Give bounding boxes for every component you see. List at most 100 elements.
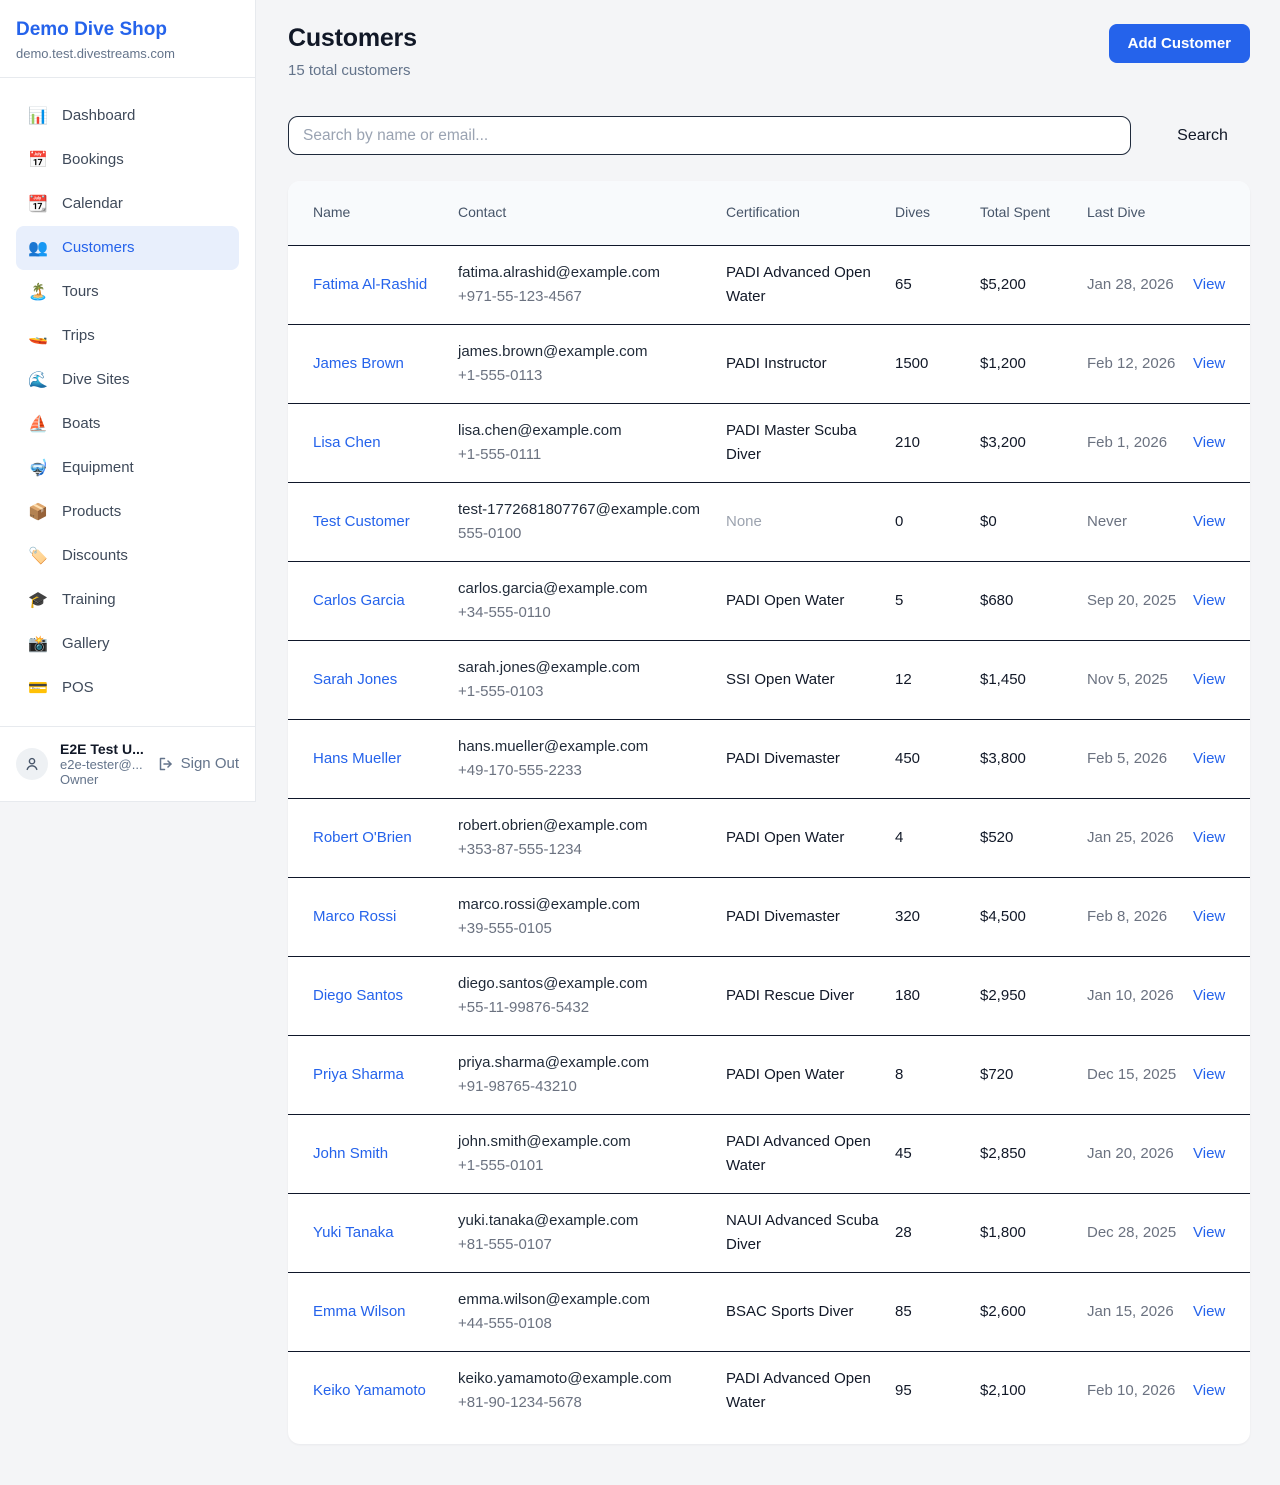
view-link[interactable]: View — [1193, 1145, 1225, 1162]
sidebar-item-pos[interactable]: 💳 POS — [16, 666, 239, 710]
view-link[interactable]: View — [1193, 1224, 1225, 1241]
sidebar-item-label: Products — [62, 503, 121, 520]
sidebar-item-equipment[interactable]: 🤿 Equipment — [16, 446, 239, 490]
customer-name-link[interactable]: Marco Rossi — [313, 908, 396, 925]
customer-name-link[interactable]: John Smith — [313, 1145, 388, 1162]
table-row: Robert O'Brien robert.obrien@example.com… — [288, 798, 1250, 877]
view-link[interactable]: View — [1193, 355, 1225, 372]
customer-count: 15 total customers — [288, 62, 417, 79]
view-link[interactable]: View — [1193, 1303, 1225, 1320]
customer-name-link[interactable]: Keiko Yamamoto — [313, 1382, 426, 1399]
customer-email: robert.obrien@example.com — [458, 814, 714, 838]
sidebar-item-boats[interactable]: ⛵ Boats — [16, 402, 239, 446]
view-link[interactable]: View — [1193, 513, 1225, 530]
view-link[interactable]: View — [1193, 987, 1225, 1004]
customer-name-link[interactable]: James Brown — [313, 355, 404, 372]
customer-last-dive: Dec 28, 2025 — [1087, 1193, 1193, 1272]
customer-email: hans.mueller@example.com — [458, 735, 714, 759]
col-header-certification: Certification — [726, 181, 895, 245]
add-customer-button[interactable]: Add Customer — [1109, 24, 1250, 63]
customer-last-dive: Feb 8, 2026 — [1087, 877, 1193, 956]
customer-name-link[interactable]: Emma Wilson — [313, 1303, 406, 1320]
view-link[interactable]: View — [1193, 1382, 1225, 1399]
sidebar-item-gallery[interactable]: 📸 Gallery — [16, 622, 239, 666]
customer-email: yuki.tanaka@example.com — [458, 1209, 714, 1233]
sidebar-item-training[interactable]: 🎓 Training — [16, 578, 239, 622]
customer-name-link[interactable]: Test Customer — [313, 513, 410, 530]
page-header-text: Customers 15 total customers — [288, 24, 417, 79]
sidebar-item-dive-sites[interactable]: 🌊 Dive Sites — [16, 358, 239, 402]
customer-total-spent: $1,450 — [980, 640, 1087, 719]
person-icon — [24, 756, 40, 772]
sidebar-item-label: Dashboard — [62, 107, 135, 124]
customer-total-spent: $1,200 — [980, 324, 1087, 403]
table-row: Yuki Tanaka yuki.tanaka@example.com+81-5… — [288, 1193, 1250, 1272]
customer-name-link[interactable]: Hans Mueller — [313, 750, 401, 767]
col-header-actions — [1193, 181, 1250, 245]
sidebar-item-discounts[interactable]: 🏷️ Discounts — [16, 534, 239, 578]
customer-name-link[interactable]: Carlos Garcia — [313, 592, 405, 609]
sidebar-item-calendar[interactable]: 📆 Calendar — [16, 182, 239, 226]
customer-phone: +81-555-0107 — [458, 1233, 714, 1257]
sailboat-icon: ⛵ — [28, 414, 48, 434]
customer-name-link[interactable]: Yuki Tanaka — [313, 1224, 394, 1241]
customer-dives: 180 — [895, 956, 980, 1035]
sidebar-item-tours[interactable]: 🏝️ Tours — [16, 270, 239, 314]
customer-email: test-1772681807767@example.com — [458, 498, 714, 522]
customer-dives: 95 — [895, 1351, 980, 1430]
people-icon: 👥 — [28, 238, 48, 258]
customer-last-dive: Jan 15, 2026 — [1087, 1272, 1193, 1351]
sidebar-item-label: Customers — [62, 239, 135, 256]
customer-phone: +1-555-0101 — [458, 1154, 714, 1178]
sidebar-item-trips[interactable]: 🚤 Trips — [16, 314, 239, 358]
diving-mask-icon: 🤿 — [28, 458, 48, 478]
customer-certification: PADI Divemaster — [726, 719, 895, 798]
col-header-name: Name — [288, 181, 458, 245]
view-link[interactable]: View — [1193, 671, 1225, 688]
sidebar-item-customers[interactable]: 👥 Customers — [16, 226, 239, 270]
sidebar-item-bookings[interactable]: 📅 Bookings — [16, 138, 239, 182]
table-row: Sarah Jones sarah.jones@example.com+1-55… — [288, 640, 1250, 719]
sidebar-item-label: Dive Sites — [62, 371, 130, 388]
customer-phone: +1-555-0103 — [458, 680, 714, 704]
view-link[interactable]: View — [1193, 829, 1225, 846]
sidebar-item-label: Training — [62, 591, 116, 608]
customer-certification: PADI Rescue Diver — [726, 956, 895, 1035]
sign-out-button[interactable]: Sign Out — [158, 755, 239, 772]
customer-phone: +971-55-123-4567 — [458, 285, 714, 309]
sidebar-item-label: Tours — [62, 283, 99, 300]
user-name: E2E Test U... — [60, 741, 146, 757]
customer-last-dive: Nov 5, 2025 — [1087, 640, 1193, 719]
table-row: Carlos Garcia carlos.garcia@example.com+… — [288, 561, 1250, 640]
brand-block: Demo Dive Shop demo.test.divestreams.com — [0, 0, 255, 78]
view-link[interactable]: View — [1193, 592, 1225, 609]
customer-certification: SSI Open Water — [726, 640, 895, 719]
customer-name-link[interactable]: Priya Sharma — [313, 1066, 404, 1083]
sidebar-nav: 📊 Dashboard 📅 Bookings 📆 Calendar 👥 Cust… — [0, 78, 255, 726]
customer-certification: PADI Divemaster — [726, 877, 895, 956]
customer-name-link[interactable]: Diego Santos — [313, 987, 403, 1004]
customer-last-dive: Feb 1, 2026 — [1087, 403, 1193, 482]
view-link[interactable]: View — [1193, 908, 1225, 925]
search-button[interactable]: Search — [1155, 127, 1250, 145]
credit-card-icon: 💳 — [28, 678, 48, 698]
sidebar-item-products[interactable]: 📦 Products — [16, 490, 239, 534]
customer-name-link[interactable]: Robert O'Brien — [313, 829, 412, 846]
view-link[interactable]: View — [1193, 434, 1225, 451]
sidebar-item-dashboard[interactable]: 📊 Dashboard — [16, 94, 239, 138]
sidebar: Demo Dive Shop demo.test.divestreams.com… — [0, 0, 256, 802]
table-row: John Smith john.smith@example.com+1-555-… — [288, 1114, 1250, 1193]
customer-name-link[interactable]: Fatima Al-Rashid — [313, 276, 427, 293]
customer-dives: 1500 — [895, 324, 980, 403]
customer-name-link[interactable]: Lisa Chen — [313, 434, 381, 451]
view-link[interactable]: View — [1193, 276, 1225, 293]
table-row: Test Customer test-1772681807767@example… — [288, 482, 1250, 561]
customer-total-spent: $3,200 — [980, 403, 1087, 482]
customer-dives: 65 — [895, 245, 980, 324]
customer-certification: PADI Advanced Open Water — [726, 1351, 895, 1430]
customer-name-link[interactable]: Sarah Jones — [313, 671, 397, 688]
customer-email: james.brown@example.com — [458, 340, 714, 364]
view-link[interactable]: View — [1193, 750, 1225, 767]
search-input[interactable] — [288, 116, 1131, 155]
view-link[interactable]: View — [1193, 1066, 1225, 1083]
